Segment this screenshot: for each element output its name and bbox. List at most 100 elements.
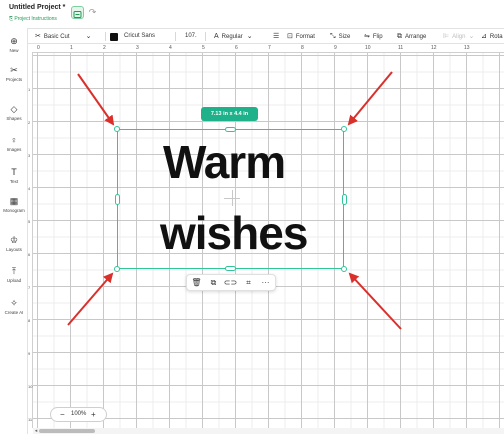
project-title[interactable]: Untitled Project * [9,4,65,11]
ruler-number: 5 [28,219,31,224]
format-icon: ⊡ [287,33,293,40]
rotate-icon: ⊿ [481,33,487,40]
group-button[interactable]: ⌗ [240,275,257,290]
zoom-out-button[interactable]: − [60,408,65,421]
ruler-top: 0 1 2 3 4 5 6 7 8 9 10 11 12 13 [32,44,504,53]
resize-handle-top-left[interactable] [114,126,120,132]
sidebar-item-label: Monogram [3,208,25,213]
font-style-icon: A [214,33,219,40]
sidebar-item-images[interactable]: ♀ Images [0,135,28,152]
text-align-icon: ☰ [273,33,280,40]
header: Untitled Project * ⎘ Project Instruction… [0,0,504,27]
sparkle-icon: ✧ [10,298,18,308]
align-button[interactable]: ⊫ Align ⌄ [443,29,477,44]
bulb-icon: ♀ [10,135,18,145]
style-select[interactable]: A Regular ⌄ [214,29,256,44]
rotate-button[interactable]: ⊿ Rota [481,29,503,44]
group-icon: ⌗ [246,278,251,287]
scissors-icon: ✂ [35,33,41,40]
selection-box[interactable] [117,129,344,269]
ruler-number: 11 [28,417,33,422]
color-swatch[interactable] [110,33,118,41]
arrange-icon: ⧉ [397,33,402,40]
trash-icon: 🗑 [191,278,202,287]
ruler-number: 3 [136,45,139,51]
sidebar-item-label: New [9,48,19,53]
horizontal-scrollbar[interactable]: ◂ [33,428,504,434]
sidebar-item-monogram[interactable]: ▦ Monogram [0,196,28,213]
chevron-down-icon: ⌄ [85,33,92,40]
toolbar-divider [205,32,206,41]
format-button[interactable]: ⊡ Format [287,29,315,44]
monogram-icon: ▦ [9,196,19,206]
resize-handle-left[interactable] [115,194,120,205]
align-label: Align [452,34,466,40]
sidebar-item-new[interactable]: ⊕ New [0,36,28,53]
zoom-in-button[interactable]: + [91,408,96,421]
redo-button[interactable]: ↷ [87,7,98,18]
shapes-icon: ◇ [10,104,18,114]
sidebar-item-create-ai[interactable]: ✧ Create AI [0,298,28,315]
font-select[interactable]: Cricut Sans [124,29,155,44]
ruler-number: 2 [103,45,106,51]
chevron-down-icon: ⌄ [468,33,475,40]
style-value: Regular [221,34,243,40]
ruler-number: 0 [37,45,40,51]
zoom-control: − 100% + [50,407,107,422]
more-button[interactable]: ··· [257,275,274,290]
duplicate-button[interactable]: ⧉ [205,275,222,290]
zoom-level: 100% [71,411,87,417]
sidebar-item-text[interactable]: T Text [0,167,28,184]
ruler-number: 9 [334,45,337,51]
resize-handle-bottom-right[interactable] [341,266,347,272]
toolbar: ✂ Basic Cut ⌄ Cricut Sans 107. A Regular ⌄ ☰… [27,28,504,44]
ruler-number: 1 [70,45,73,51]
font-size-input[interactable]: 107. [185,29,197,44]
delete-button[interactable]: 🗑 [188,275,205,290]
size-label: Size [338,34,351,40]
sidebar-item-upload[interactable]: ⤒ Upload [0,266,28,283]
ruler-number: 6 [28,252,31,257]
ruler-number: 9 [28,351,31,356]
sidebar-item-shapes[interactable]: ◇ Shapes [0,104,28,121]
projects-icon: ✂ [10,65,18,75]
ruler-number: 8 [28,318,31,323]
save-icon [73,11,82,18]
link-icon: ⊂⊃ [223,278,238,287]
ruler-number: 13 [464,45,470,51]
selection-action-bar: 🗑 ⧉ ⊂⊃ ⌗ ··· [186,274,276,291]
sidebar-item-layouts[interactable]: ♔ Layouts [0,235,28,252]
resize-handle-bottom-left[interactable] [114,266,120,272]
ruler-number: 12 [431,45,437,51]
duplicate-icon: ⧉ [210,278,217,287]
resize-handle-right[interactable] [342,194,347,205]
attach-button[interactable]: ⊂⊃ [222,275,239,290]
save-button[interactable] [71,6,84,19]
sidebar-item-label: Text [9,179,19,184]
plus-circle-icon: ⊕ [10,36,18,46]
resize-handle-bottom[interactable] [225,266,236,271]
operation-select[interactable]: ✂ Basic Cut ⌄ [35,29,94,44]
ruler-number: 8 [301,45,304,51]
resize-handle-top-right[interactable] [341,126,347,132]
flip-button[interactable]: ⇋ Flip [364,29,383,44]
alignment-button[interactable]: ☰ [273,29,282,44]
ruler-number: 1 [28,87,31,92]
resize-icon: ⤡ [330,33,336,40]
flip-icon: ⇋ [364,33,370,40]
left-sidebar: ⊕ New ✂ Projects ◇ Shapes ♀ Images T Tex… [0,28,28,434]
arrange-button[interactable]: ⧉ Arrange [397,29,426,44]
shirt-icon: ♔ [9,235,19,245]
sidebar-item-label: Create AI [4,310,24,315]
toolbar-divider [175,32,176,41]
resize-handle-top[interactable] [225,127,236,132]
sidebar-item-label: Projects [5,77,23,82]
sidebar-item-projects[interactable]: ✂ Projects [0,65,28,82]
align-icon: ⊫ [443,33,450,40]
sidebar-item-label: Upload [6,278,22,283]
size-badge: 7.13 in x 4.4 in [201,107,258,121]
size-button[interactable]: ⤡ Size [330,29,350,44]
ruler-number: 2 [28,120,31,125]
project-instructions-link[interactable]: ⎘ Project Instructions [9,16,57,22]
scrollbar-thumb[interactable] [39,429,95,433]
